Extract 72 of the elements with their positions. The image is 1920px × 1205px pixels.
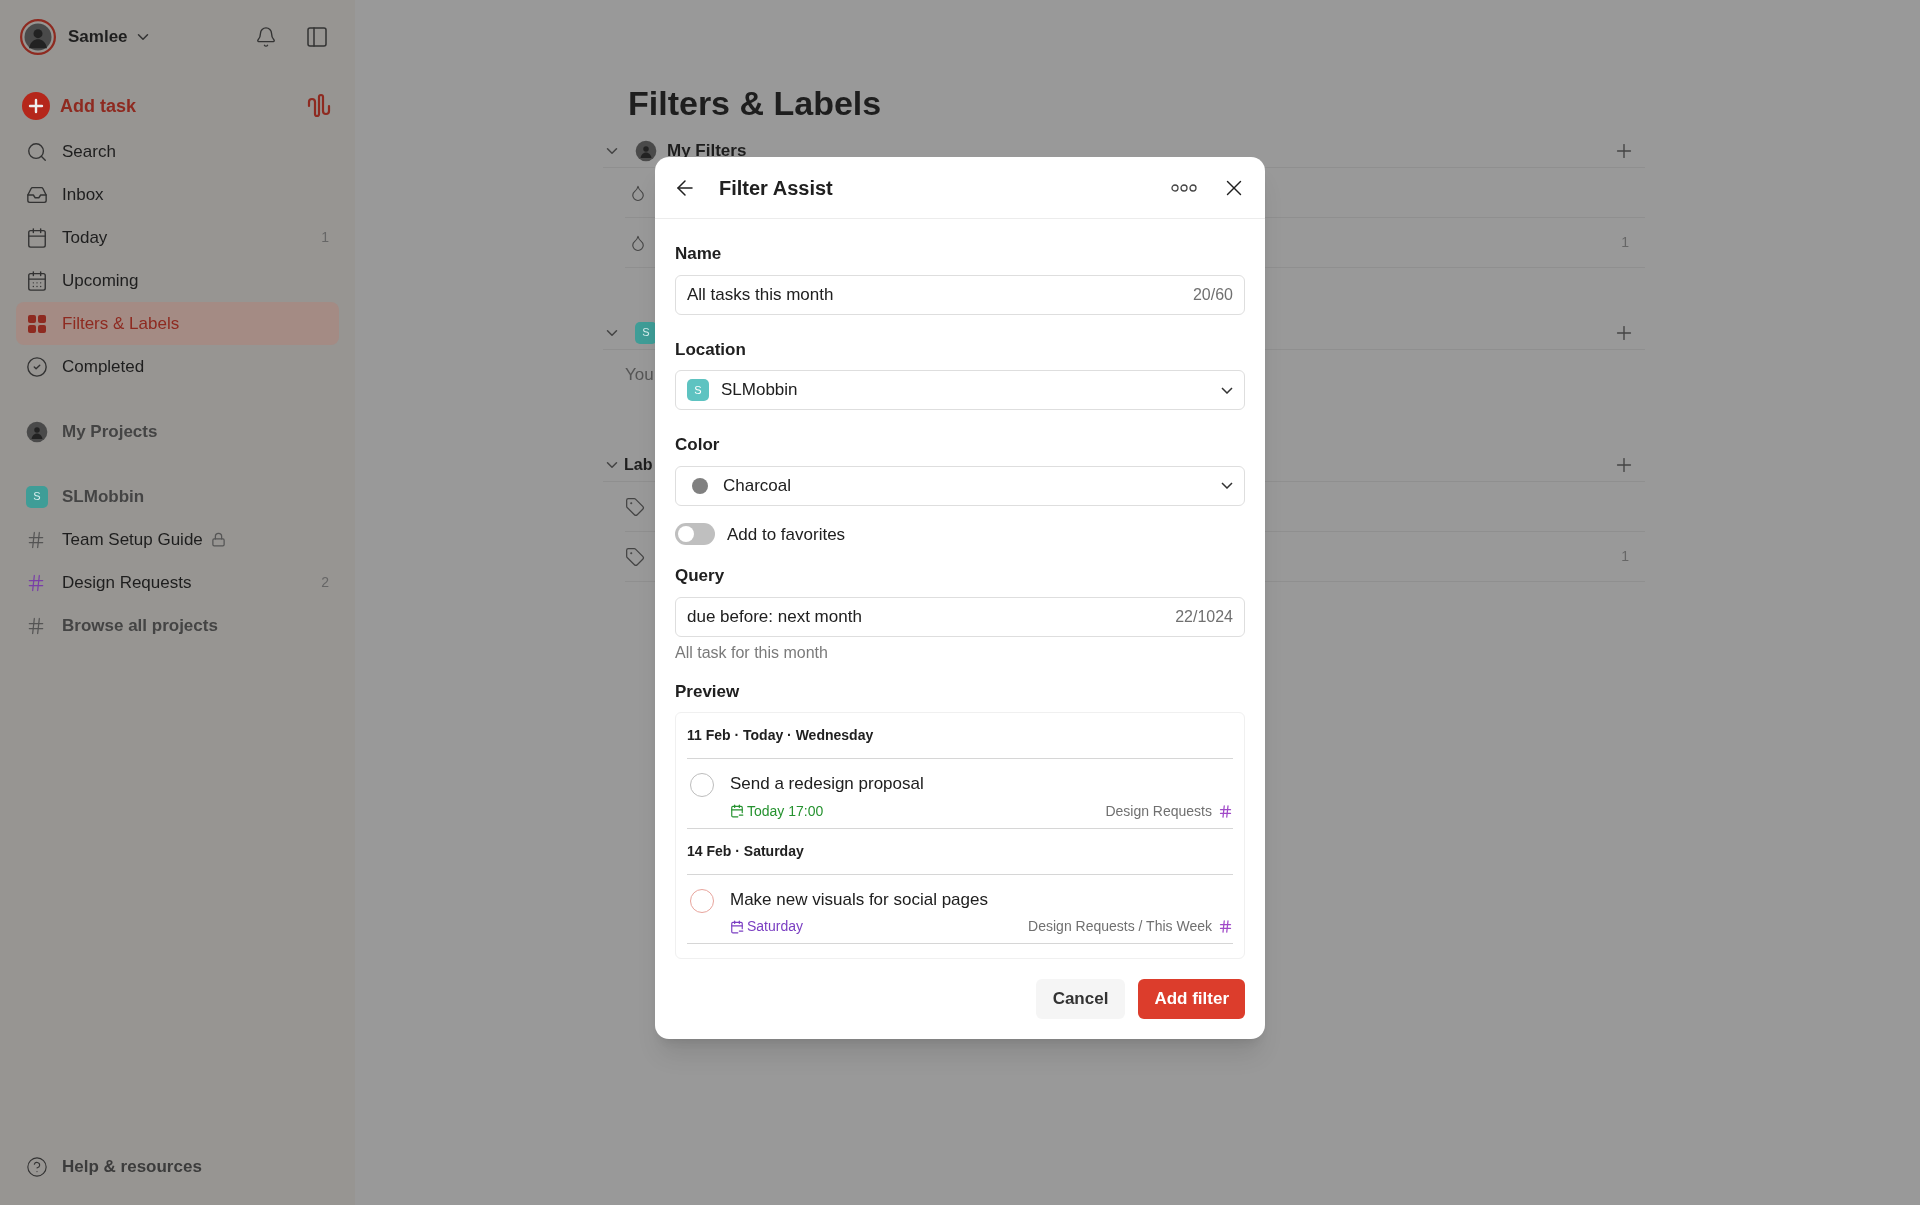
grid-icon (27, 313, 47, 334)
chevron-down-icon (1221, 482, 1233, 489)
field-label: Name (675, 243, 723, 265)
search-icon (26, 140, 48, 163)
char-counter: 22/1024 (1175, 606, 1233, 627)
project-badge: S (687, 379, 709, 401)
sidebar-toggle-icon[interactable] (305, 25, 329, 49)
wave-icon[interactable] (307, 92, 333, 120)
project-item[interactable]: Team Setup Guide (16, 518, 339, 561)
task-title[interactable]: Send a redesign proposal (730, 771, 1233, 797)
nav-label: Completed (62, 355, 145, 378)
workspace-badge: S (635, 321, 657, 344)
add-filter-button[interactable]: Add filter (1138, 979, 1245, 1019)
add-task-button[interactable]: Add task (60, 92, 137, 120)
workspace-badge: S (26, 485, 48, 508)
field-label: Color (675, 434, 721, 456)
task-title[interactable]: Make new visuals for social pages (730, 886, 1233, 912)
calendar-icon (730, 804, 744, 818)
page-title: Filters & Labels (628, 83, 883, 124)
calendar-icon (26, 226, 48, 249)
dialog-title: Filter Assist (719, 175, 833, 201)
nav-label: Search (62, 140, 116, 163)
query-field[interactable]: due before: next month 22/1024 (675, 596, 1245, 637)
due-date: Today 17:00 (747, 801, 824, 821)
section-text: You (625, 364, 654, 387)
field-label: Preview (675, 680, 741, 703)
workspace-item[interactable]: S SLMobbin (16, 475, 339, 518)
char-counter: 20/60 (1192, 284, 1233, 305)
cancel-button[interactable]: Cancel (1035, 979, 1126, 1019)
project-name: Design Requests (1105, 801, 1212, 821)
add-icon (22, 92, 50, 120)
check-circle-icon (26, 355, 48, 378)
help-item[interactable]: Help & resources (16, 1147, 339, 1187)
query-hint: All task for this month (675, 642, 829, 663)
droplet-icon (629, 233, 647, 252)
nav-item[interactable]: Completed (16, 345, 339, 388)
bell-icon[interactable] (255, 26, 277, 48)
project-name: Design Requests / This Week (1028, 917, 1212, 936)
date-heading: 11 Feb · Today · Wednesday (687, 726, 874, 745)
field-label: Location (675, 338, 747, 361)
nav-item[interactable]: Upcoming (16, 259, 339, 302)
calendar-icon (730, 919, 744, 934)
my-projects-item[interactable]: My Projects (16, 410, 339, 453)
field-label: Query (675, 565, 726, 587)
nav-label: Inbox (62, 183, 104, 206)
name-field[interactable]: All tasks this month 20/60 (675, 274, 1245, 315)
droplet-icon (629, 183, 647, 202)
calendar-icon (26, 269, 48, 292)
nav-label: Filters & Labels (62, 312, 180, 335)
user-name[interactable]: Samlee (68, 24, 128, 50)
hash-icon (1218, 919, 1233, 934)
toggle-label: Add to favorites (727, 523, 846, 546)
section-title: Lab (624, 454, 653, 475)
nav-item[interactable]: Inbox (16, 173, 339, 216)
due-date: Saturday (747, 917, 804, 936)
browse-projects-item[interactable]: Browse all projects (16, 604, 339, 647)
location-dropdown[interactable]: S SLMobbin (675, 370, 1245, 410)
tag-icon (625, 546, 645, 567)
avatar-icon (26, 420, 48, 443)
favorites-toggle[interactable] (675, 523, 715, 546)
color-dropdown[interactable]: Charcoal (675, 465, 1245, 506)
avatar-icon (635, 139, 657, 162)
avatar-icon[interactable] (20, 19, 56, 55)
nav-item[interactable]: Search (16, 130, 339, 173)
more-icon[interactable] (1171, 183, 1197, 192)
date-heading: 14 Feb · Saturday (687, 841, 804, 861)
nav-label: Today (62, 226, 108, 249)
help-icon (26, 1156, 48, 1178)
tag-icon (625, 496, 645, 517)
hash-icon (1218, 803, 1233, 819)
chevron-down-icon (1221, 386, 1233, 394)
nav-label: Upcoming (62, 269, 139, 292)
